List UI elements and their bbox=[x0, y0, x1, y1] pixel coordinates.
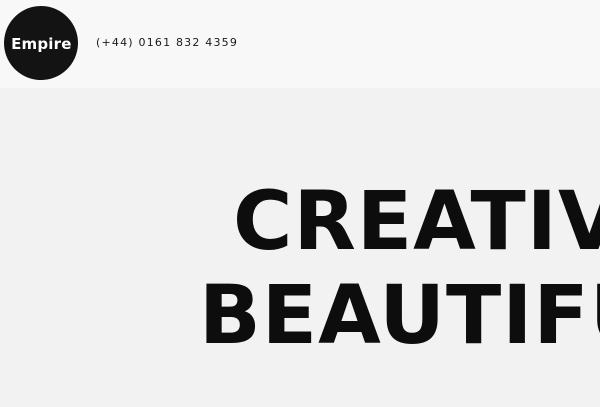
site-header: Empire (+44) 0161 832 4359 bbox=[0, 0, 600, 88]
hero-headline-creative: CREATIVE bbox=[233, 175, 600, 269]
empire-logo-link[interactable]: Empire bbox=[1, 3, 81, 83]
page: Empire (+44) 0161 832 4359 CREATIVE BEAU… bbox=[0, 0, 600, 407]
phone-number-link[interactable]: (+44) 0161 832 4359 bbox=[96, 36, 238, 49]
hero-headline-beautiful: BEAUTIFUL bbox=[199, 269, 600, 363]
hero-section: CREATIVE BEAUTIFUL bbox=[0, 88, 600, 407]
logo-wordmark: Empire bbox=[10, 34, 72, 53]
